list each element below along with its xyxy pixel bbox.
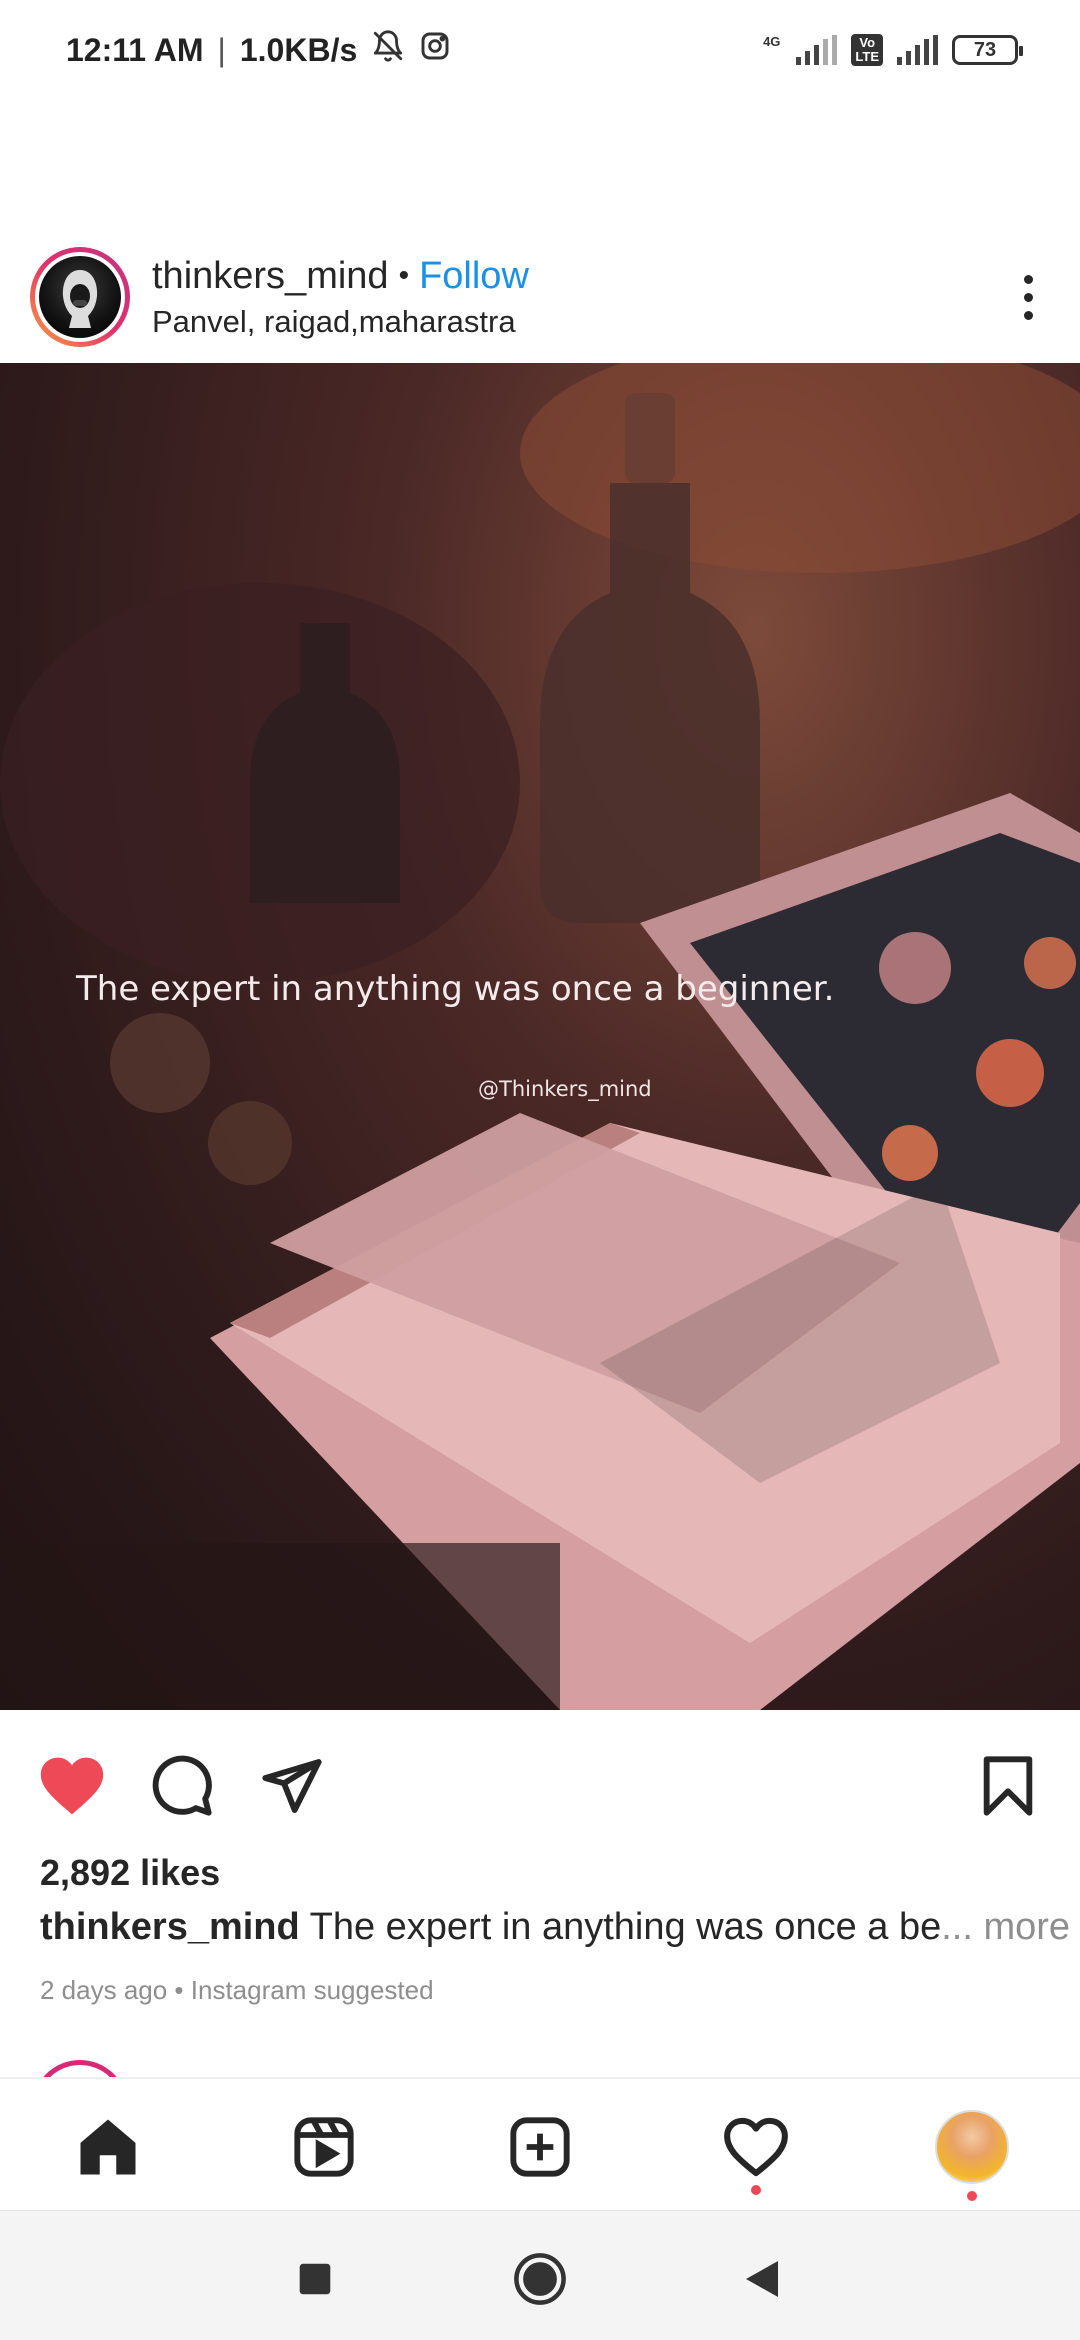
caption-text: The expert in anything was once a be <box>309 1906 942 1948</box>
activity-heart-icon <box>724 2117 788 2177</box>
signal-icon <box>796 35 838 65</box>
home-icon <box>80 2119 136 2175</box>
post-image[interactable]: The expert in anything was once a beginn… <box>0 363 1080 1710</box>
caption-more-link[interactable]: ... more <box>941 1906 1070 1948</box>
separator-dot: • <box>398 259 410 292</box>
still-life-illustration <box>0 363 1080 1710</box>
save-button[interactable] <box>970 1748 1046 1824</box>
network-type-badge: 4G <box>763 34 781 49</box>
battery-level: 73 <box>973 38 997 61</box>
caption-username[interactable]: thinkers_mind <box>40 1906 300 1948</box>
clock: 12:11 AM <box>66 31 204 68</box>
send-icon <box>262 1759 322 1813</box>
nav-activity[interactable] <box>718 2109 794 2185</box>
share-button[interactable] <box>254 1748 330 1824</box>
volte-icon: Vo LTE <box>851 34 883 66</box>
comment-icon <box>152 1755 212 1816</box>
post-meta: 2 days ago • Instagram suggested <box>40 1975 434 2005</box>
recents-button[interactable] <box>287 2251 343 2307</box>
post-location[interactable]: Panvel, raigad,maharastra <box>152 304 1008 340</box>
heart-filled-icon <box>40 1757 104 1815</box>
status-bar: 12:11 AM | 1.0KB/s 4G Vo LTE 73 <box>0 0 1080 100</box>
image-quote: The expert in anything was once a beginn… <box>76 969 835 1009</box>
bottom-navigation <box>0 2077 1080 2210</box>
triangle-back-icon <box>746 2261 778 2297</box>
story-avatar[interactable] <box>30 247 130 347</box>
instagram-icon <box>419 30 451 70</box>
nav-home[interactable] <box>70 2109 146 2185</box>
image-watermark: @Thinkers_mind <box>478 1077 652 1101</box>
likes-count[interactable]: 2,892 likes <box>40 1852 220 1894</box>
more-options-icon[interactable] <box>1008 267 1048 327</box>
create-icon <box>510 2117 570 2177</box>
circle-icon <box>514 2253 566 2305</box>
network-speed: 1.0KB/s <box>239 31 358 68</box>
system-navigation <box>0 2210 1080 2340</box>
profile-avatar <box>935 2110 1009 2184</box>
status-separator: | <box>217 31 226 68</box>
profile-notification-dot <box>967 2191 977 2201</box>
battery-icon: 73 <box>952 35 1023 65</box>
status-right: 4G Vo LTE 73 <box>763 34 1023 66</box>
avatar <box>39 256 121 338</box>
post-header: thinkers_mind • Follow Panvel, raigad,ma… <box>0 232 1080 362</box>
like-button[interactable] <box>34 1748 110 1824</box>
post-username[interactable]: thinkers_mind <box>152 255 389 298</box>
comment-button[interactable] <box>144 1748 220 1824</box>
status-left: 12:11 AM | 1.0KB/s <box>66 29 451 71</box>
nav-reels[interactable] <box>286 2109 362 2185</box>
activity-notification-dot <box>751 2185 761 2195</box>
home-button[interactable] <box>512 2251 568 2307</box>
back-button[interactable] <box>734 2251 790 2307</box>
signal-icon <box>897 35 938 65</box>
post-actions <box>0 1720 1080 1840</box>
square-icon <box>299 2263 331 2295</box>
nav-create[interactable] <box>502 2109 578 2185</box>
hooded-figure-icon <box>62 270 98 328</box>
nav-profile[interactable] <box>934 2109 1010 2185</box>
follow-button[interactable]: Follow <box>419 255 529 298</box>
post-header-text: thinkers_mind • Follow Panvel, raigad,ma… <box>152 255 1008 340</box>
mute-bell-icon <box>371 29 405 71</box>
reels-icon <box>294 2117 354 2177</box>
caption: thinkers_mind The expert in anything was… <box>40 1906 1070 1949</box>
bookmark-icon <box>983 1756 1033 1816</box>
